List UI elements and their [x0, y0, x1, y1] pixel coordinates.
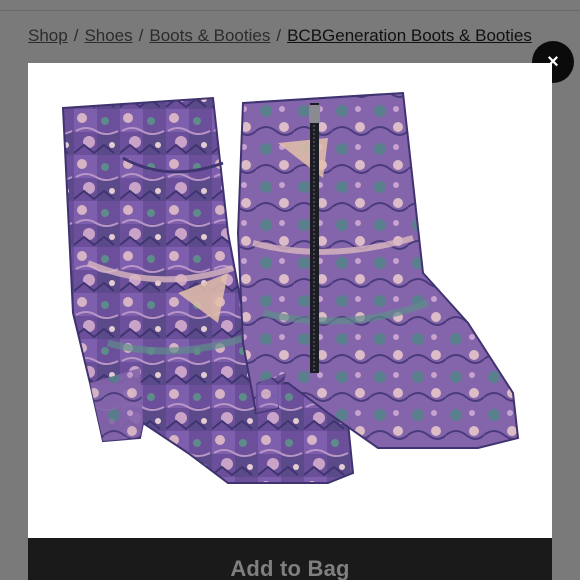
add-to-bag-button[interactable]: Add to Bag — [28, 538, 552, 580]
breadcrumb-separator: / — [138, 26, 144, 45]
breadcrumb: Shop / Shoes / Boots & Booties / BCBGene… — [28, 24, 532, 48]
breadcrumb-current[interactable]: BCBGeneration Boots & Booties — [287, 26, 532, 46]
product-photo — [28, 63, 552, 538]
breadcrumb-separator: / — [73, 26, 79, 45]
breadcrumb-shop[interactable]: Shop — [28, 26, 68, 46]
header-divider — [0, 10, 580, 11]
breadcrumb-shoes[interactable]: Shoes — [84, 26, 132, 46]
breadcrumb-boots-booties[interactable]: Boots & Booties — [149, 26, 270, 46]
breadcrumb-separator: / — [276, 26, 282, 45]
product-image-modal: Add to Bag — [28, 63, 552, 580]
